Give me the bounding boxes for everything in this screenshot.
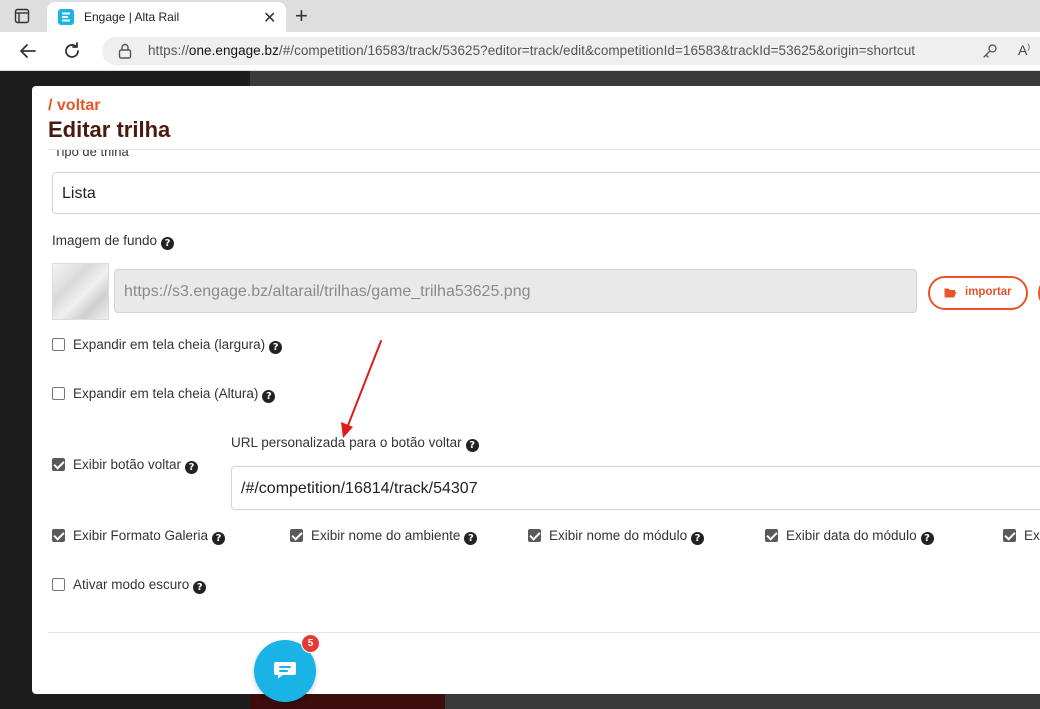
footer-divider — [48, 632, 1040, 633]
custom-back-url-value: /#/competition/16814/track/54307 — [241, 480, 478, 497]
bg-image-label: Imagem de fundo? — [52, 233, 175, 250]
cut-off-label: Ex — [1024, 528, 1040, 543]
expand-height-option[interactable]: Expandir em tela cheia (Altura)? — [52, 386, 276, 403]
browser-tab[interactable]: Engage | Alta Rail ✕ — [47, 2, 286, 32]
help-icon[interactable]: ? — [691, 532, 705, 545]
read-aloud-icon[interactable]: A) — [1018, 42, 1030, 58]
custom-url-label-text: URL personalizada para o botão voltar — [231, 435, 462, 450]
module-name-option[interactable]: Exibir nome do módulo? — [528, 528, 705, 545]
tab-title: Engage | Alta Rail — [84, 10, 180, 24]
chat-bubble-icon — [274, 662, 296, 679]
bg-image-label-text: Imagem de fundo — [52, 233, 158, 248]
bg-image-url-input: https://s3.engage.bz/altarail/trilhas/ga… — [114, 269, 917, 313]
help-icon[interactable]: ? — [464, 532, 478, 545]
dark-mode-label: Ativar modo escuro — [73, 577, 190, 592]
browser-toolbar: https://one.engage.bz/#/competition/1658… — [0, 32, 1040, 71]
address-bar[interactable]: https://one.engage.bz/#/competition/1658… — [102, 37, 1040, 65]
help-icon[interactable]: ? — [193, 581, 207, 594]
browser-tabbar: Engage | Alta Rail ✕ + — [0, 0, 1040, 32]
help-icon[interactable]: ? — [185, 461, 199, 474]
dark-mode-checkbox[interactable] — [52, 578, 65, 591]
lock-icon[interactable] — [118, 43, 132, 59]
expand-height-label: Expandir em tela cheia (Altura) — [73, 386, 259, 401]
custom-back-url-input[interactable]: /#/competition/16814/track/54307 — [231, 466, 1040, 510]
cut-off-option[interactable]: Ex — [1003, 528, 1040, 543]
module-date-label: Exibir data do módulo — [786, 528, 917, 543]
back-arrow-icon[interactable] — [18, 41, 38, 61]
show-back-option[interactable]: Exibir botão voltar? — [52, 457, 199, 474]
expand-height-checkbox[interactable] — [52, 387, 65, 400]
help-icon[interactable]: ? — [269, 341, 283, 354]
help-icon[interactable]: ? — [262, 390, 276, 403]
import-button[interactable]: importar — [928, 276, 1028, 310]
key-icon[interactable] — [982, 43, 998, 59]
module-date-option[interactable]: Exibir data do módulo? — [765, 528, 934, 545]
show-back-checkbox[interactable] — [52, 458, 65, 471]
url-host: one.engage.bz — [188, 43, 279, 58]
custom-url-label: URL personalizada para o botão voltar? — [231, 435, 479, 452]
help-icon[interactable]: ? — [465, 439, 479, 452]
help-icon[interactable]: ? — [212, 532, 226, 545]
edit-track-modal: / voltar Editar trilha Tipo de trilha Li… — [32, 86, 1040, 694]
tab-actions-icon[interactable] — [14, 8, 30, 24]
bg-image-thumbnail — [52, 263, 109, 320]
dark-mode-option[interactable]: Ativar modo escuro? — [52, 577, 207, 594]
url-text[interactable]: https://one.engage.bz/#/competition/1658… — [148, 43, 915, 58]
track-type-value: Lista — [62, 185, 96, 202]
expand-width-option[interactable]: Expandir em tela cheia (largura)? — [52, 337, 283, 354]
tab-close-icon[interactable]: ✕ — [263, 8, 276, 28]
new-tab-icon[interactable]: + — [295, 3, 308, 29]
module-name-checkbox[interactable] — [528, 529, 541, 542]
show-back-label: Exibir botão voltar — [73, 457, 182, 472]
module-name-label: Exibir nome do módulo — [549, 528, 688, 543]
module-date-checkbox[interactable] — [765, 529, 778, 542]
gallery-label: Exibir Formato Galeria — [73, 528, 209, 543]
gallery-checkbox[interactable] — [52, 529, 65, 542]
reload-icon[interactable] — [62, 41, 82, 61]
chat-unread-badge: 5 — [301, 634, 320, 653]
cut-off-checkbox[interactable] — [1003, 529, 1016, 542]
bg-image-url-value: https://s3.engage.bz/altarail/trilhas/ga… — [124, 283, 531, 300]
track-type-label: Tipo de trilha — [54, 150, 129, 159]
expand-width-label: Expandir em tela cheia (largura) — [73, 337, 266, 352]
track-type-select[interactable]: Lista — [52, 172, 1040, 214]
gallery-option[interactable]: Exibir Formato Galeria? — [52, 528, 226, 545]
help-icon[interactable]: ? — [161, 237, 175, 250]
form-scroll-area[interactable]: Tipo de trilha Lista Imagem de fundo? ht… — [32, 150, 1040, 630]
engage-favicon-icon — [58, 9, 74, 25]
env-name-checkbox[interactable] — [290, 529, 303, 542]
folder-open-icon — [944, 288, 957, 298]
env-name-option[interactable]: Exibir nome do ambiente? — [290, 528, 478, 545]
url-prefix: https:// — [148, 43, 189, 58]
import-label: importar — [965, 286, 1012, 298]
env-name-label: Exibir nome do ambiente — [311, 528, 461, 543]
help-icon[interactable]: ? — [920, 532, 934, 545]
modal-title: Editar trilha — [48, 117, 171, 142]
url-path: /#/competition/16583/track/53625?editor=… — [278, 43, 916, 58]
expand-width-checkbox[interactable] — [52, 338, 65, 351]
back-link[interactable]: / voltar — [48, 97, 100, 115]
